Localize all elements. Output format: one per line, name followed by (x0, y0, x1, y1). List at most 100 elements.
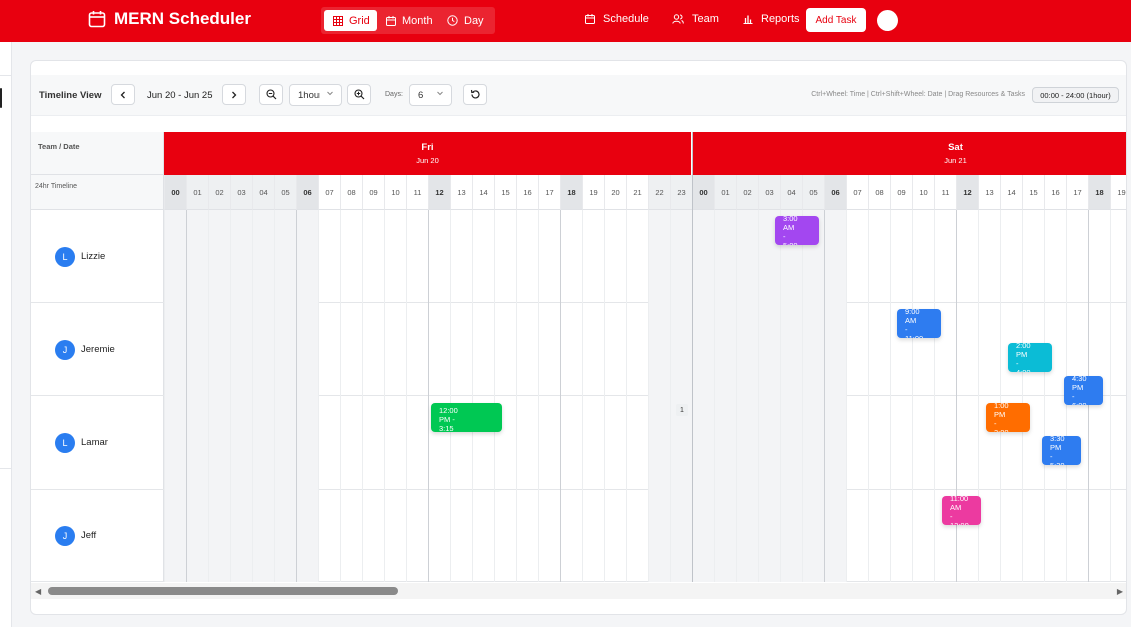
time-slot[interactable] (626, 210, 648, 303)
time-slot[interactable] (824, 303, 846, 396)
time-slot[interactable] (296, 303, 318, 396)
time-slot[interactable] (1066, 490, 1088, 582)
time-slot[interactable] (560, 490, 582, 582)
time-slot[interactable] (428, 303, 450, 396)
time-slot[interactable] (670, 490, 692, 582)
task-block[interactable]: 4:30PM-6:00 (1064, 376, 1103, 405)
resource-header[interactable]: L Lamar (31, 396, 164, 489)
time-slot[interactable] (780, 396, 802, 490)
time-slot[interactable] (582, 303, 604, 396)
time-slot[interactable] (868, 210, 890, 303)
time-slot[interactable] (868, 303, 890, 396)
time-slot[interactable] (1022, 210, 1044, 303)
time-slot[interactable] (230, 490, 252, 582)
time-slot[interactable] (692, 303, 714, 396)
time-slot[interactable] (186, 396, 208, 490)
time-slot[interactable] (1000, 490, 1022, 582)
time-slot[interactable] (714, 396, 736, 490)
time-slot[interactable] (626, 490, 648, 582)
time-slot[interactable] (164, 490, 186, 582)
time-slot[interactable] (780, 490, 802, 582)
time-slot[interactable] (252, 490, 274, 582)
time-slot[interactable] (384, 490, 406, 582)
time-slot[interactable] (890, 490, 912, 582)
time-slot[interactable] (362, 396, 384, 490)
time-slot[interactable] (450, 210, 472, 303)
time-slot[interactable] (692, 490, 714, 582)
time-slot[interactable] (714, 303, 736, 396)
time-slot[interactable] (802, 303, 824, 396)
time-slot[interactable] (274, 396, 296, 490)
time-slot[interactable] (868, 396, 890, 490)
time-slot[interactable] (318, 490, 340, 582)
time-slot[interactable] (1044, 490, 1066, 582)
time-slot[interactable] (604, 210, 626, 303)
time-slot[interactable] (560, 210, 582, 303)
time-slot[interactable] (604, 303, 626, 396)
month-view-button[interactable]: Month (377, 10, 439, 31)
time-slot[interactable] (384, 210, 406, 303)
time-slot[interactable] (846, 210, 868, 303)
time-slot[interactable] (714, 490, 736, 582)
time-slot[interactable] (978, 490, 1000, 582)
time-slot[interactable] (494, 210, 516, 303)
time-slot[interactable] (1110, 490, 1126, 582)
time-slot[interactable] (252, 396, 274, 490)
time-slot[interactable] (340, 303, 362, 396)
time-slot[interactable] (780, 303, 802, 396)
time-slot[interactable] (846, 490, 868, 582)
time-slot[interactable] (516, 210, 538, 303)
time-slot[interactable] (1022, 490, 1044, 582)
time-slot[interactable] (648, 396, 670, 490)
day-view-button[interactable]: Day (438, 10, 490, 31)
time-slot[interactable] (274, 210, 296, 303)
time-slot[interactable] (736, 490, 758, 582)
time-slot[interactable] (1110, 303, 1126, 396)
time-slot[interactable] (472, 490, 494, 582)
time-slot[interactable] (560, 303, 582, 396)
time-slot[interactable] (318, 396, 340, 490)
time-slot[interactable] (1044, 210, 1066, 303)
time-slot[interactable] (384, 303, 406, 396)
time-slot[interactable] (516, 490, 538, 582)
time-slot[interactable] (362, 210, 384, 303)
resource-header[interactable]: J Jeff (31, 490, 164, 581)
time-slot[interactable] (296, 490, 318, 582)
time-slot[interactable] (318, 303, 340, 396)
time-slot[interactable] (934, 396, 956, 490)
time-slot[interactable] (626, 303, 648, 396)
time-slot[interactable] (692, 210, 714, 303)
time-slot[interactable] (450, 490, 472, 582)
time-slot[interactable] (736, 210, 758, 303)
time-slot[interactable] (736, 303, 758, 396)
time-slot[interactable] (230, 303, 252, 396)
time-slot[interactable] (802, 396, 824, 490)
time-slot[interactable] (538, 490, 560, 582)
horizontal-scrollbar[interactable]: ◀ ▶ (31, 583, 1126, 599)
time-slot[interactable] (758, 396, 780, 490)
time-slot[interactable] (230, 396, 252, 490)
time-slot[interactable] (670, 210, 692, 303)
time-slot[interactable] (956, 210, 978, 303)
time-slot[interactable] (1088, 396, 1110, 490)
time-slot[interactable] (494, 490, 516, 582)
time-slot[interactable] (494, 303, 516, 396)
time-slot[interactable] (384, 396, 406, 490)
time-slot[interactable] (912, 210, 934, 303)
task-block[interactable]: 3:00AM-5:00 (775, 216, 819, 245)
overflow-count-badge[interactable]: 1 (676, 404, 688, 416)
time-slot[interactable] (450, 303, 472, 396)
scrollbar-thumb[interactable] (48, 587, 398, 595)
time-slot[interactable] (164, 396, 186, 490)
zoom-in-button[interactable] (347, 84, 371, 105)
time-slot[interactable] (560, 396, 582, 490)
task-block[interactable]: 3:30PM-5:30 (1042, 436, 1081, 465)
time-slot[interactable] (252, 303, 274, 396)
nav-schedule[interactable]: Schedule (585, 13, 649, 25)
time-slot[interactable] (208, 490, 230, 582)
time-slot[interactable] (472, 210, 494, 303)
time-slot[interactable] (692, 396, 714, 490)
time-slot[interactable] (890, 210, 912, 303)
time-slot[interactable] (604, 490, 626, 582)
time-slot[interactable] (1088, 490, 1110, 582)
